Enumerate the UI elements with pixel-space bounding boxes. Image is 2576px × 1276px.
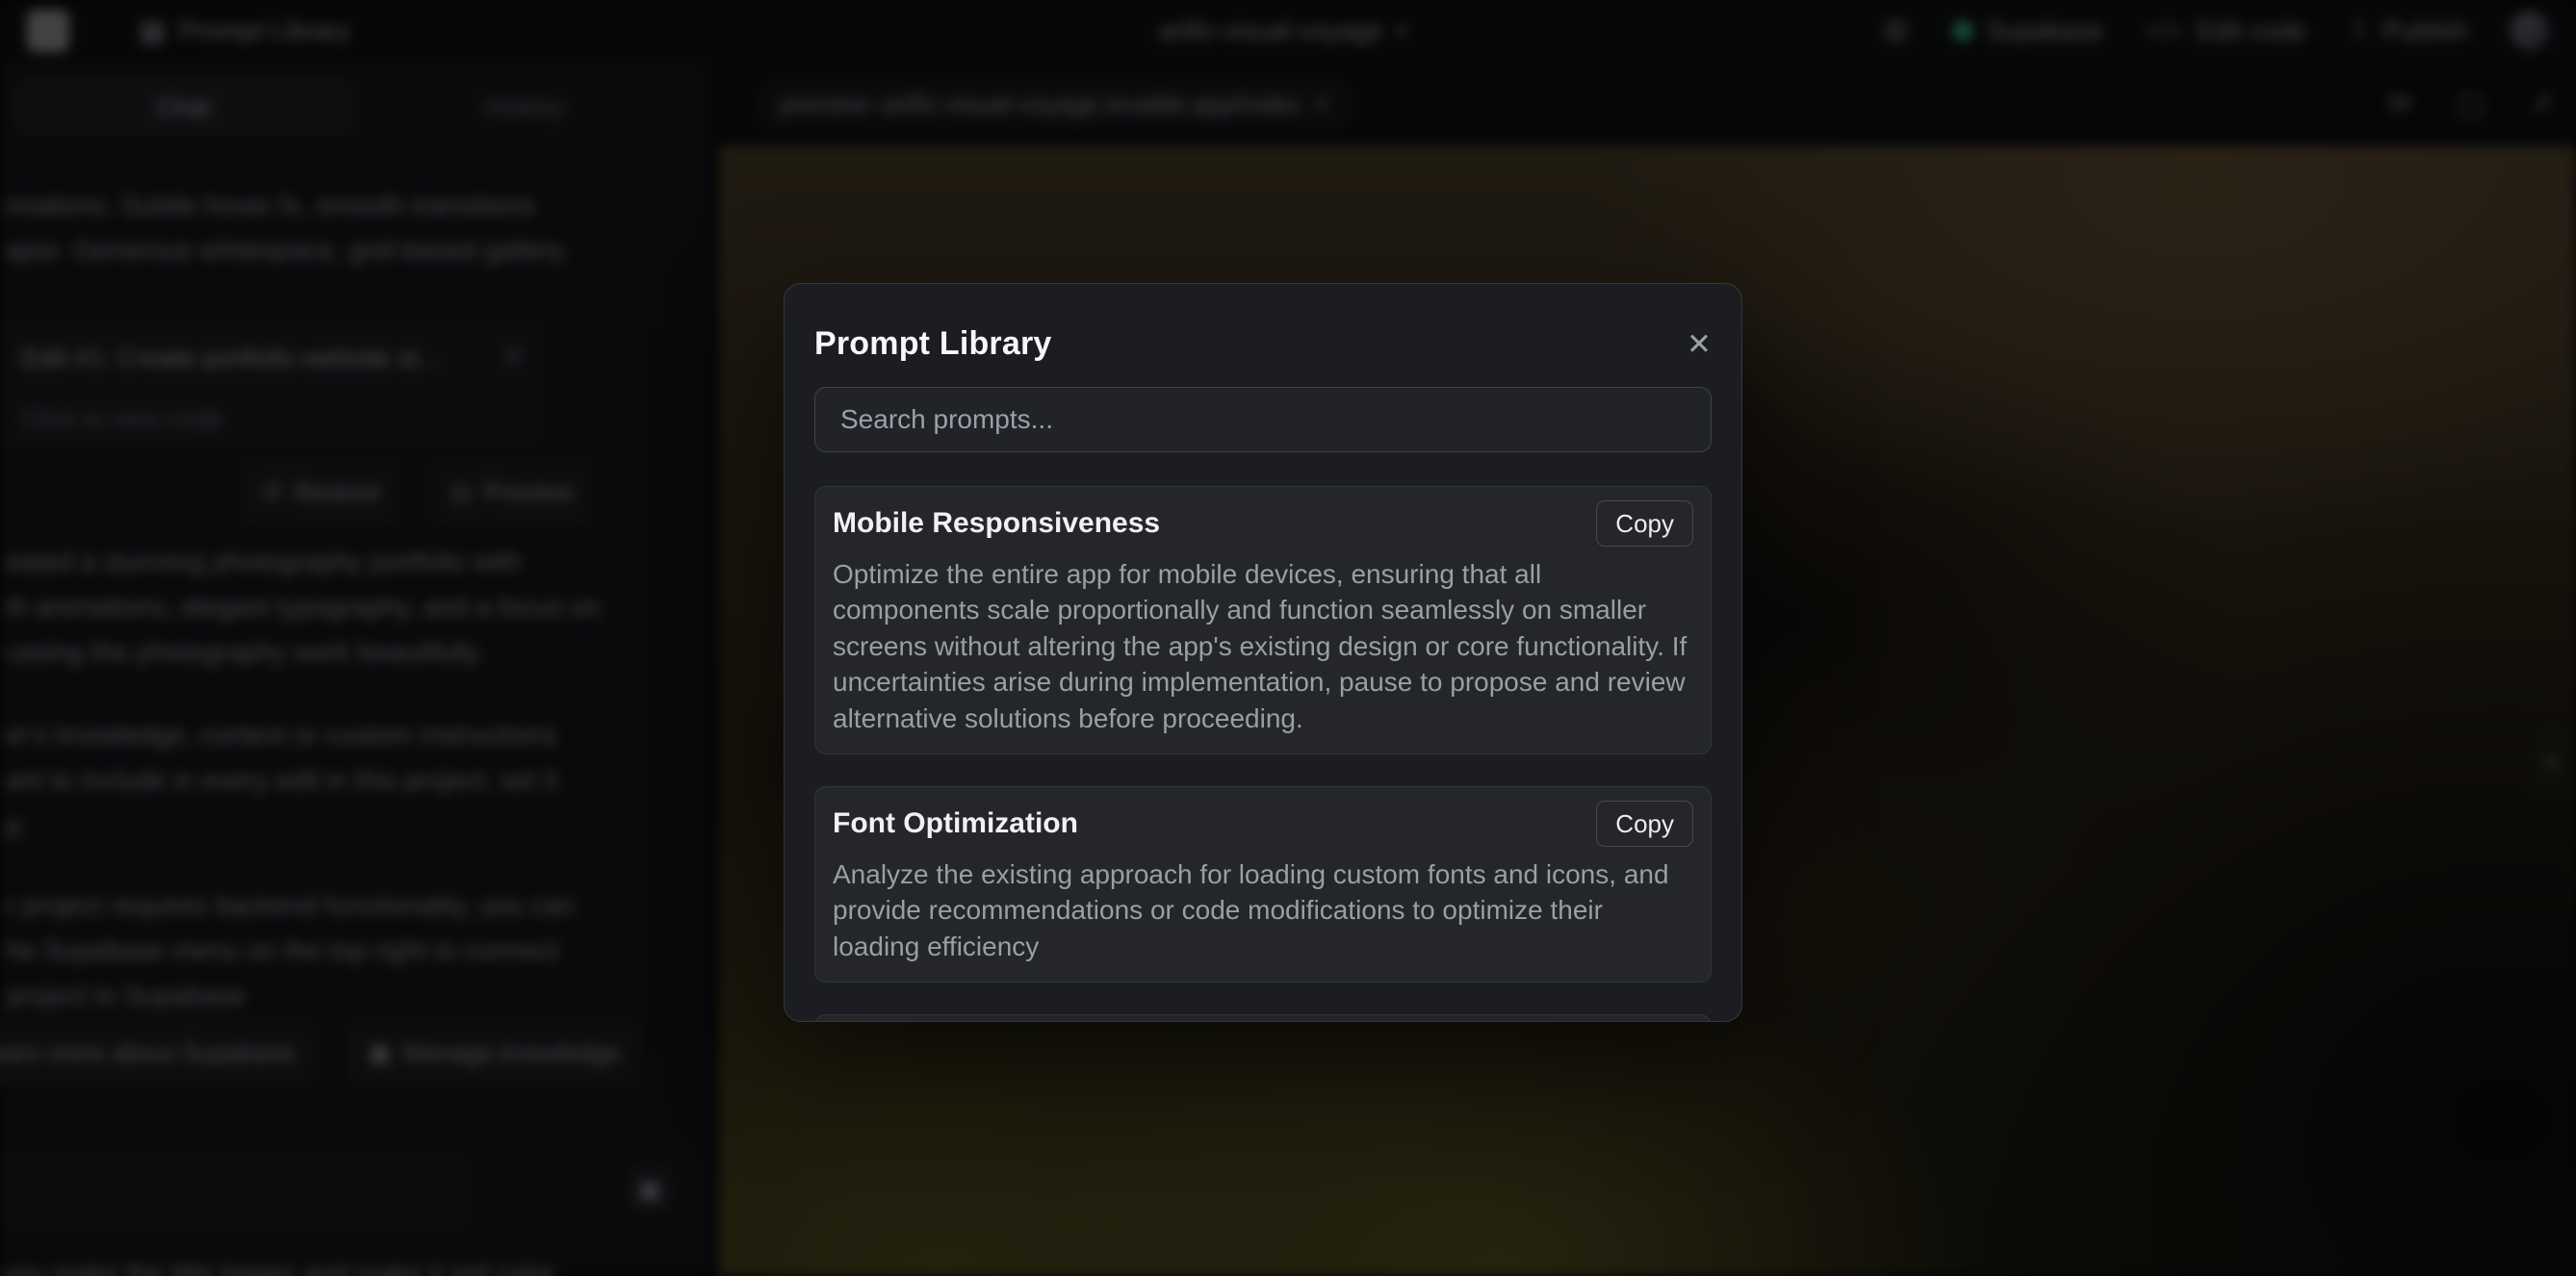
prompt-card-partially-visible[interactable] (814, 1014, 1712, 1022)
app-window: ▦ Prompt Library artfic-visual-voyage ▾ … (0, 0, 2576, 1276)
prompt-card-header: Mobile Responsiveness Copy (833, 500, 1693, 547)
copy-button[interactable]: Copy (1596, 801, 1693, 847)
prompt-description: Analyze the existing approach for loadin… (833, 856, 1693, 964)
prompt-library-modal: Prompt Library ✕ Mobile Responsiveness C… (784, 283, 1742, 1022)
prompt-card-list: Mobile Responsiveness Copy Optimize the … (814, 486, 1712, 1022)
prompt-title: Font Optimization (833, 807, 1078, 840)
copy-button[interactable]: Copy (1596, 500, 1693, 547)
close-icon[interactable]: ✕ (1687, 329, 1712, 359)
prompt-card-header: Font Optimization Copy (833, 801, 1693, 847)
prompt-card-font-optimization: Font Optimization Copy Analyze the exist… (814, 786, 1712, 983)
modal-title: Prompt Library (814, 325, 1052, 363)
prompt-description: Optimize the entire app for mobile devic… (833, 556, 1693, 736)
modal-header: Prompt Library ✕ (814, 322, 1712, 365)
search-input[interactable] (814, 387, 1712, 452)
prompt-title: Mobile Responsiveness (833, 507, 1160, 540)
prompt-card-mobile-responsiveness: Mobile Responsiveness Copy Optimize the … (814, 486, 1712, 754)
